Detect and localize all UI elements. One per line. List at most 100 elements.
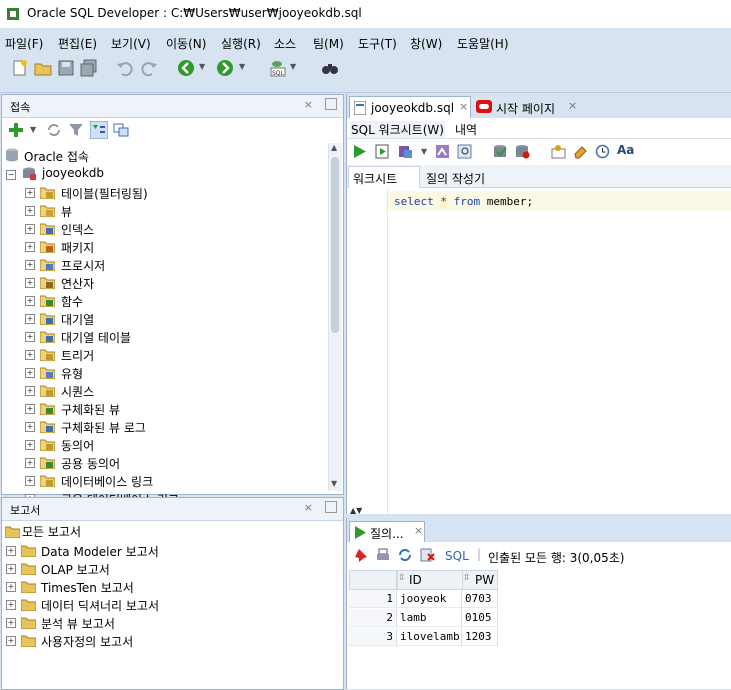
collapse-icon[interactable]: − <box>6 170 16 180</box>
run-script-icon[interactable] <box>375 144 390 159</box>
close-tab-icon[interactable]: × <box>414 524 423 537</box>
menu-view[interactable]: 보기(V) <box>111 35 151 52</box>
expand-icon[interactable]: + <box>25 368 35 378</box>
undo-icon[interactable] <box>116 59 134 77</box>
autotrace-icon[interactable] <box>398 144 413 159</box>
menu-help[interactable]: 도움말(H) <box>457 35 509 52</box>
refresh-icon[interactable] <box>398 548 412 562</box>
tree-item-indexes[interactable]: + 인덱스 <box>2 220 326 238</box>
tab-query-builder[interactable]: 질의 작성기 <box>426 170 485 187</box>
cell-pw[interactable]: 1203 <box>462 628 498 646</box>
menu-navigate[interactable]: 이동(N) <box>166 35 206 52</box>
subtab-history[interactable]: 내역 <box>455 121 477 138</box>
expand-icon[interactable]: + <box>6 600 16 610</box>
save-icon[interactable] <box>57 59 75 77</box>
expand-icon[interactable]: + <box>25 422 35 432</box>
tree-item-materialized-views[interactable]: + 구체화된 뷰 <box>2 400 326 418</box>
tree-item-database-links[interactable]: + 데이터베이스 링크 <box>2 472 326 490</box>
tree-item-synonyms[interactable]: + 동의어 <box>2 436 326 454</box>
rollback-icon[interactable] <box>515 144 530 159</box>
expand-icon[interactable]: + <box>6 618 16 628</box>
sql-tuning-icon[interactable] <box>457 144 472 159</box>
expand-icon[interactable]: + <box>25 404 35 414</box>
filter-icon[interactable] <box>68 122 84 138</box>
sql-dropdown-icon[interactable]: ▼ <box>290 62 296 71</box>
menu-edit[interactable]: 편집(E) <box>58 35 97 52</box>
explain-plan-icon[interactable] <box>435 144 450 159</box>
close-tab-icon[interactable]: × <box>459 100 468 113</box>
oracle-connections-root[interactable]: Oracle 접속 <box>24 148 89 165</box>
tree-item-functions[interactable]: + 함수 <box>2 292 326 310</box>
tab-jooyeokdb-sql[interactable]: jooyeokdb.sql × <box>349 96 471 119</box>
forward-dropdown-icon[interactable]: ▼ <box>239 62 245 71</box>
report-item-data-dictionary[interactable]: + 데이터 딕셔너리 보고서 <box>2 596 332 614</box>
expand-icon[interactable]: + <box>25 206 35 216</box>
open-folder-icon[interactable] <box>34 59 52 77</box>
cell-id[interactable]: jooyeok <box>397 590 462 608</box>
subtab-sql-worksheet[interactable]: SQL 워크시트(W) <box>350 121 445 138</box>
cell-pw[interactable]: 0703 <box>462 590 498 608</box>
expand-icon[interactable]: + <box>25 350 35 360</box>
expand-icon[interactable]: + <box>25 458 35 468</box>
expand-icon[interactable]: + <box>25 476 35 486</box>
menu-source[interactable]: 소스 <box>274 35 296 52</box>
expand-icon[interactable]: + <box>25 188 35 198</box>
pin-icon[interactable] <box>354 548 368 562</box>
expand-icon[interactable]: + <box>6 582 16 592</box>
scroll-down-icon[interactable]: ▼ <box>331 479 337 488</box>
save-all-icon[interactable] <box>80 59 98 77</box>
schema-browser-icon[interactable] <box>90 121 108 139</box>
tree-item-sequences[interactable]: + 시퀀스 <box>2 382 326 400</box>
column-header-id[interactable]: ⇳ ID <box>397 570 463 590</box>
report-item-timesten[interactable]: + TimesTen 보고서 <box>2 578 332 596</box>
print-icon[interactable] <box>376 548 390 562</box>
cancel-query-icon[interactable] <box>420 548 435 562</box>
expand-icon[interactable]: + <box>25 224 35 234</box>
tree-item-procedures[interactable]: + 프로시저 <box>2 256 326 274</box>
expand-icon[interactable]: + <box>25 440 35 450</box>
tree-item-queues[interactable]: + 대기열 <box>2 310 326 328</box>
back-icon[interactable] <box>177 59 195 77</box>
tree-item-views[interactable]: + 뷰 <box>2 202 326 220</box>
redo-icon[interactable] <box>140 59 158 77</box>
back-dropdown-icon[interactable]: ▼ <box>199 62 205 71</box>
report-item-analytic-view[interactable]: + 분석 뷰 보고서 <box>2 614 332 632</box>
tab-start-page[interactable]: 시작 페이지 × <box>472 96 580 118</box>
close-tab-icon[interactable]: × <box>568 99 577 112</box>
scrollbar-thumb[interactable] <box>331 157 339 333</box>
tree-item-tables[interactable]: + 테이블(필터링됨) <box>2 184 326 202</box>
binoculars-icon[interactable] <box>321 59 339 77</box>
tree-scrollbar[interactable]: ▲ ▼ <box>328 143 342 491</box>
run-statement-icon[interactable] <box>352 144 367 159</box>
expand-icon[interactable]: + <box>6 564 16 574</box>
menu-tools[interactable]: 도구(T) <box>358 35 397 52</box>
minimize-icon[interactable] <box>325 98 337 110</box>
expand-icon[interactable]: + <box>25 386 35 396</box>
menu-file[interactable]: 파일(F) <box>5 35 43 52</box>
sql-code-line[interactable]: select * from member; <box>394 195 533 208</box>
cell-pw[interactable]: 0105 <box>462 609 498 627</box>
new-icon[interactable] <box>11 59 29 77</box>
connection-jooyeokdb[interactable]: jooyeokdb <box>42 166 104 180</box>
tree-item-types[interactable]: + 유형 <box>2 364 326 382</box>
tree-item-materialized-view-logs[interactable]: + 구체화된 뷰 로그 <box>2 418 326 436</box>
minimize-icon[interactable] <box>325 501 337 513</box>
refresh-icon[interactable] <box>46 122 62 138</box>
all-reports-root[interactable]: 모든 보고서 <box>22 523 81 540</box>
column-header-pw[interactable]: ⇳ PW <box>462 570 498 590</box>
manage-columns-icon[interactable] <box>113 122 129 138</box>
change-case-icon[interactable]: Aa <box>617 143 634 157</box>
menu-window[interactable]: 창(W) <box>410 35 442 52</box>
sql-format-icon[interactable] <box>551 144 566 159</box>
dropdown-icon[interactable]: ▼ <box>421 147 427 156</box>
close-icon[interactable]: × <box>304 501 313 514</box>
expand-icon[interactable]: + <box>25 278 35 288</box>
tab-worksheet[interactable]: 워크시트 <box>348 166 420 188</box>
tree-item-queue-tables[interactable]: + 대기열 테이블 <box>2 328 326 346</box>
commit-icon[interactable] <box>493 144 508 159</box>
tree-item-public-synonyms[interactable]: + 공용 동의어 <box>2 454 326 472</box>
splitter-arrows-icon[interactable]: ▲▼ <box>350 506 362 515</box>
expand-icon[interactable]: + <box>6 636 16 646</box>
close-icon[interactable]: × <box>304 98 313 111</box>
sql-link[interactable]: SQL <box>445 549 469 563</box>
